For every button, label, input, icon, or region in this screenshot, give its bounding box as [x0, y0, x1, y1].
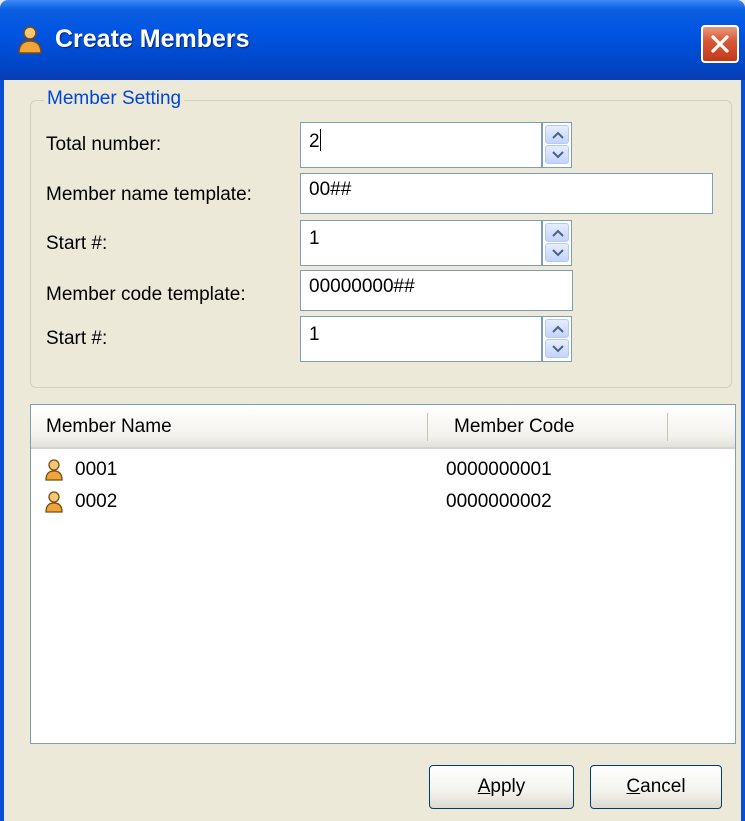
member-icon — [45, 459, 63, 481]
column-header-member-code[interactable]: Member Code — [454, 416, 574, 438]
title-bar[interactable]: Create Members — [0, 0, 745, 80]
code-start-spinner[interactable] — [542, 316, 572, 362]
list-row[interactable]: 0001 0000000001 — [31, 453, 735, 487]
apply-button[interactable]: Apply — [429, 765, 574, 809]
window-border-right — [741, 80, 745, 821]
spin-up-button[interactable] — [545, 223, 569, 242]
cancel-button[interactable]: Cancel — [590, 765, 722, 809]
window-title: Create Members — [55, 25, 250, 53]
spin-down-button[interactable] — [545, 243, 569, 262]
spin-up-button[interactable] — [545, 125, 569, 144]
member-setting-legend: Member Setting — [44, 88, 185, 110]
cancel-mnemonic: C — [626, 776, 641, 797]
column-divider[interactable] — [667, 413, 668, 441]
chevron-up-icon — [552, 131, 564, 139]
member-name-cell: 0001 — [75, 459, 118, 480]
code-start-label: Start #: — [46, 328, 108, 349]
code-start-input[interactable]: 1 — [300, 316, 542, 362]
total-number-label: Total number: — [46, 134, 162, 155]
member-code-template-input[interactable]: 00000000## — [300, 270, 573, 311]
name-start-input[interactable]: 1 — [300, 220, 542, 266]
column-divider[interactable] — [427, 413, 428, 441]
spin-down-button[interactable] — [545, 339, 569, 358]
text-caret — [319, 129, 321, 151]
chevron-down-icon — [552, 151, 564, 159]
member-code-cell: 0000000001 — [446, 459, 552, 480]
list-row[interactable]: 0002 0000000002 — [31, 485, 735, 519]
name-start-spinner[interactable] — [542, 220, 572, 266]
total-number-value: 2 — [309, 131, 320, 152]
spin-down-button[interactable] — [545, 145, 569, 164]
member-name-template-label: Member name template: — [46, 184, 252, 205]
window-border-left — [0, 80, 4, 821]
chevron-down-icon — [552, 345, 564, 353]
apply-mnemonic: A — [477, 776, 491, 797]
spin-up-button[interactable] — [545, 319, 569, 338]
total-number-spinner[interactable] — [542, 122, 572, 168]
member-icon — [18, 26, 42, 54]
member-code-cell: 0000000002 — [446, 491, 552, 512]
cancel-label: ancel — [640, 776, 686, 797]
member-icon — [45, 491, 63, 513]
member-code-template-label: Member code template: — [46, 284, 246, 305]
chevron-down-icon — [552, 249, 564, 257]
close-button[interactable] — [701, 25, 739, 63]
list-header: Member Name Member Code — [31, 405, 735, 449]
apply-label: pply — [490, 776, 526, 797]
close-icon — [711, 35, 729, 53]
members-list[interactable]: Member Name Member Code 0001 0000000001 … — [30, 404, 736, 744]
column-header-member-name[interactable]: Member Name — [46, 416, 172, 438]
name-start-label: Start #: — [46, 233, 108, 254]
chevron-up-icon — [552, 229, 564, 237]
chevron-up-icon — [552, 325, 564, 333]
create-members-dialog: Create Members Member Setting Total numb… — [0, 0, 745, 821]
member-name-cell: 0002 — [75, 491, 118, 512]
member-name-template-input[interactable]: 00## — [300, 173, 713, 214]
total-number-input[interactable]: 2 — [300, 122, 542, 168]
